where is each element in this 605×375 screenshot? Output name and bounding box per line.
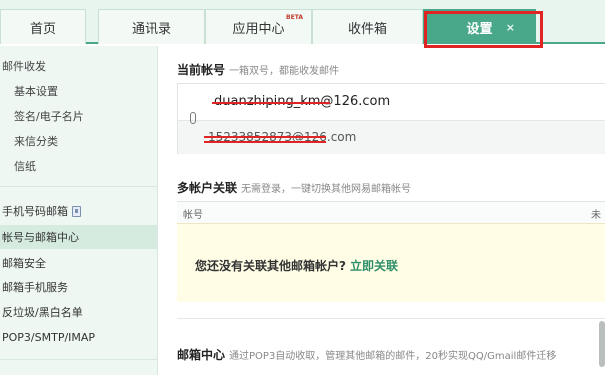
linked-accounts-table-header: 帐号 未读 xyxy=(177,201,605,236)
section-description: 无需登录，一键切换其他网易邮箱帐号 xyxy=(241,184,412,195)
tab-home[interactable]: 首页 xyxy=(0,9,86,44)
section-title: 当前帐号 xyxy=(177,63,226,77)
tab-label: 收件箱 xyxy=(347,21,387,37)
main-content: 当前帐号一箱双号，都能收发邮件 duanzhiping_km@126.com 1… xyxy=(159,46,605,375)
no-linked-accounts-notice: 您还没有关联其他邮箱帐户? 立即关联 xyxy=(177,223,605,302)
alias-account-suffix: .com xyxy=(326,130,357,144)
empty-message: 您还没有关联其他邮箱帐户? 立即关联 xyxy=(195,257,398,274)
empty-message-text: 您还没有关联其他邮箱帐户? xyxy=(195,259,346,273)
tab-label: 通讯录 xyxy=(131,21,171,37)
primary-account-domain: @126.com xyxy=(320,94,391,109)
sidebar-item-account-center[interactable]: 帐号与邮箱中心 xyxy=(0,225,157,249)
sidebar-item-spam-blacklist[interactable]: 反垃圾/黑白名单 xyxy=(0,300,157,324)
sidebar-item-phone-mailbox[interactable]: 手机号码邮箱 xyxy=(0,199,157,223)
sidebar-item-mail-filter[interactable]: 来信分类 xyxy=(0,129,157,153)
sidebar-item-label: 基本设置 xyxy=(14,85,58,98)
sidebar-item-label: 反垃圾/黑白名单 xyxy=(2,306,83,319)
current-account-heading: 当前帐号 一箱双号，都能收发邮件 xyxy=(177,61,339,78)
sidebar-item-mailbox-security[interactable]: 邮箱安全 xyxy=(0,251,157,275)
sidebar-item-label: 手机号码邮箱 xyxy=(2,205,68,218)
section-description: 通过POP3自动收取，管理其他邮箱的邮件，20秒实现QQ/Gmail邮件迁移 xyxy=(229,351,557,362)
tab-inbox[interactable]: 收件箱 xyxy=(312,9,423,44)
sidebar-item-label: 邮箱安全 xyxy=(2,257,46,270)
sidebar-divider xyxy=(0,186,157,187)
annotation-highlight-box xyxy=(424,11,543,48)
section-title: 邮箱中心 xyxy=(177,348,226,362)
sidebar-item-label: 签名/电子名片 xyxy=(14,110,84,123)
tab-app-center[interactable]: 应用中心 BETA xyxy=(205,9,312,44)
link-chain-icon xyxy=(190,112,196,124)
tab-label: 首页 xyxy=(29,21,56,37)
column-header-account: 帐号 xyxy=(183,210,203,221)
mail-center-heading: 邮箱中心 通过POP3自动收取，管理其他邮箱的邮件，20秒实现QQ/Gmail邮件… xyxy=(177,346,556,363)
sidebar-item-label: 信纸 xyxy=(14,160,36,173)
section-divider xyxy=(177,318,605,319)
sidebar-item-label: 邮箱手机服务 xyxy=(2,281,68,294)
current-account-box: duanzhiping_km@126.com 15233852873@126.c… xyxy=(177,83,605,154)
sidebar-item-pop3-smtp-imap[interactable]: POP3/SMTP/IMAP xyxy=(0,325,157,349)
redaction-strike xyxy=(212,102,330,104)
link-now-button[interactable]: 立即关联 xyxy=(350,259,398,273)
sidebar-item-label: POP3/SMTP/IMAP xyxy=(2,330,96,344)
sidebar-group-mail[interactable]: 邮件收发 xyxy=(0,54,157,78)
tab-label: 应用中心 xyxy=(232,21,285,37)
beta-badge: BETA xyxy=(286,14,303,21)
redaction-strike xyxy=(204,136,326,138)
multi-account-heading: 多帐户关联 无需登录，一键切换其他网易邮箱帐号 xyxy=(177,179,411,196)
sidebar-item-stationery[interactable]: 信纸 xyxy=(0,154,157,178)
mobile-phone-icon xyxy=(72,205,81,217)
sidebar-item-label: 邮件收发 xyxy=(2,60,46,73)
settings-sidebar: 邮件收发 基本设置 签名/电子名片 来信分类 信纸 手机号码邮箱 帐号与邮箱中心… xyxy=(0,46,158,375)
sidebar-item-mobile-service[interactable]: 邮箱手机服务 xyxy=(0,275,157,299)
redaction-strike xyxy=(204,141,326,143)
section-description: 一箱双号，都能收发邮件 xyxy=(229,66,340,77)
sidebar-divider xyxy=(0,359,157,360)
tab-contacts[interactable]: 通讯录 xyxy=(98,9,205,44)
sidebar-item-label: 帐号与邮箱中心 xyxy=(2,231,79,244)
sidebar-item-label: 来信分类 xyxy=(14,135,58,148)
section-title: 多帐户关联 xyxy=(177,181,238,195)
sidebar-item-basic-settings[interactable]: 基本设置 xyxy=(0,79,157,103)
scrollbar-thumb[interactable] xyxy=(599,321,605,367)
sidebar-item-signature[interactable]: 签名/电子名片 xyxy=(0,104,157,128)
